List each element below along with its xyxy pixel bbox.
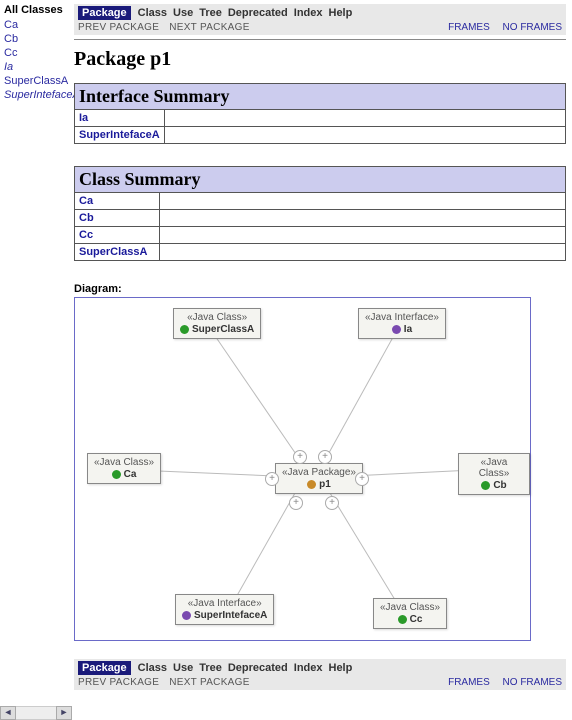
nav-noframes[interactable]: NO FRAMES (503, 677, 562, 688)
class-summary-table: Class Summary Ca Cb Cc SuperClassA (74, 166, 566, 261)
nav-tree[interactable]: Tree (196, 6, 225, 20)
expand-icon[interactable]: + (289, 496, 303, 510)
nav-class[interactable]: Class (135, 661, 170, 675)
sidebar-item-cb[interactable]: Cb (4, 32, 70, 46)
interface-icon (392, 325, 401, 334)
table-row: Ca (75, 193, 566, 210)
expand-icon[interactable]: + (355, 472, 369, 486)
nav-help[interactable]: Help (326, 6, 356, 20)
sidebar-item-cc[interactable]: Cc (4, 46, 70, 60)
navbar-bottom: Package Class Use Tree Deprecated Index … (74, 659, 566, 690)
node-superclassa[interactable]: «Java Class» SuperClassA (173, 308, 261, 339)
interface-icon (182, 611, 191, 620)
class-desc (160, 244, 566, 261)
nav-prev-package[interactable]: PREV PACKAGE (78, 677, 159, 688)
table-row: SuperIntefaceA (75, 127, 566, 144)
table-row: Cc (75, 227, 566, 244)
nav-tree[interactable]: Tree (196, 661, 225, 675)
sidebar-scrollbar[interactable]: ◄ ► (0, 706, 72, 720)
package-icon (307, 480, 316, 489)
class-desc (160, 210, 566, 227)
table-row: SuperClassA (75, 244, 566, 261)
nav-package[interactable]: Package (78, 6, 131, 20)
nav-frames[interactable]: FRAMES (448, 677, 490, 688)
table-row: Ia (75, 110, 566, 127)
sidebar-item-superintefacea[interactable]: SuperIntefaceA (4, 88, 70, 102)
class-name[interactable]: Cc (75, 227, 160, 244)
table-row: Cb (75, 210, 566, 227)
expand-icon[interactable]: + (265, 472, 279, 486)
class-name[interactable]: SuperClassA (75, 244, 160, 261)
nav-use[interactable]: Use (170, 6, 196, 20)
nav-deprecated[interactable]: Deprecated (225, 661, 291, 675)
main-content: Package Class Use Tree Deprecated Index … (72, 0, 572, 700)
nav-next-package[interactable]: NEXT PACKAGE (169, 677, 249, 688)
sidebar-item-ia[interactable]: Ia (4, 60, 70, 74)
nav-prev-package[interactable]: PREV PACKAGE (78, 22, 159, 33)
nav-index[interactable]: Index (291, 6, 326, 20)
class-summary-heading: Class Summary (75, 167, 566, 193)
expand-icon[interactable]: + (318, 450, 332, 464)
scroll-left-icon[interactable]: ◄ (0, 706, 16, 720)
nav-frames[interactable]: FRAMES (448, 22, 490, 33)
class-icon (180, 325, 189, 334)
nav-help[interactable]: Help (326, 661, 356, 675)
node-cb[interactable]: «Java Class» Cb (458, 453, 530, 495)
node-ca[interactable]: «Java Class» Ca (87, 453, 161, 484)
sidebar: All Classes Ca Cb Cc Ia SuperClassA Supe… (0, 0, 72, 700)
diagram: «Java Class» SuperClassA «Java Interface… (74, 297, 531, 641)
interface-name[interactable]: Ia (75, 110, 165, 127)
sidebar-item-superclassa[interactable]: SuperClassA (4, 74, 70, 88)
node-ia[interactable]: «Java Interface» Ia (358, 308, 446, 339)
separator (74, 39, 566, 40)
nav-next-package[interactable]: NEXT PACKAGE (169, 22, 249, 33)
nav-class[interactable]: Class (135, 6, 170, 20)
class-desc (160, 193, 566, 210)
sidebar-item-ca[interactable]: Ca (4, 18, 70, 32)
node-cc[interactable]: «Java Class» Cc (373, 598, 447, 629)
nav-package[interactable]: Package (78, 661, 131, 675)
class-desc (160, 227, 566, 244)
diagram-label: Diagram: (74, 283, 566, 295)
interface-desc (164, 127, 565, 144)
interface-summary-table: Interface Summary Ia SuperIntefaceA (74, 83, 566, 144)
class-icon (481, 481, 490, 490)
navbar-top: Package Class Use Tree Deprecated Index … (74, 4, 566, 35)
nav-index[interactable]: Index (291, 661, 326, 675)
nav-deprecated[interactable]: Deprecated (225, 6, 291, 20)
nav-use[interactable]: Use (170, 661, 196, 675)
class-icon (398, 615, 407, 624)
class-name[interactable]: Ca (75, 193, 160, 210)
interface-name[interactable]: SuperIntefaceA (75, 127, 165, 144)
scroll-right-icon[interactable]: ► (56, 706, 72, 720)
interface-desc (164, 110, 565, 127)
sidebar-heading: All Classes (4, 4, 70, 16)
expand-icon[interactable]: + (293, 450, 307, 464)
scroll-track[interactable] (16, 706, 56, 720)
expand-icon[interactable]: + (325, 496, 339, 510)
class-name[interactable]: Cb (75, 210, 160, 227)
class-icon (112, 470, 121, 479)
node-p1[interactable]: «Java Package» p1 (275, 463, 363, 494)
page-title: Package p1 (74, 48, 566, 71)
interface-summary-heading: Interface Summary (75, 84, 566, 110)
nav-noframes[interactable]: NO FRAMES (503, 22, 562, 33)
node-superintefacea[interactable]: «Java Interface» SuperIntefaceA (175, 594, 274, 625)
